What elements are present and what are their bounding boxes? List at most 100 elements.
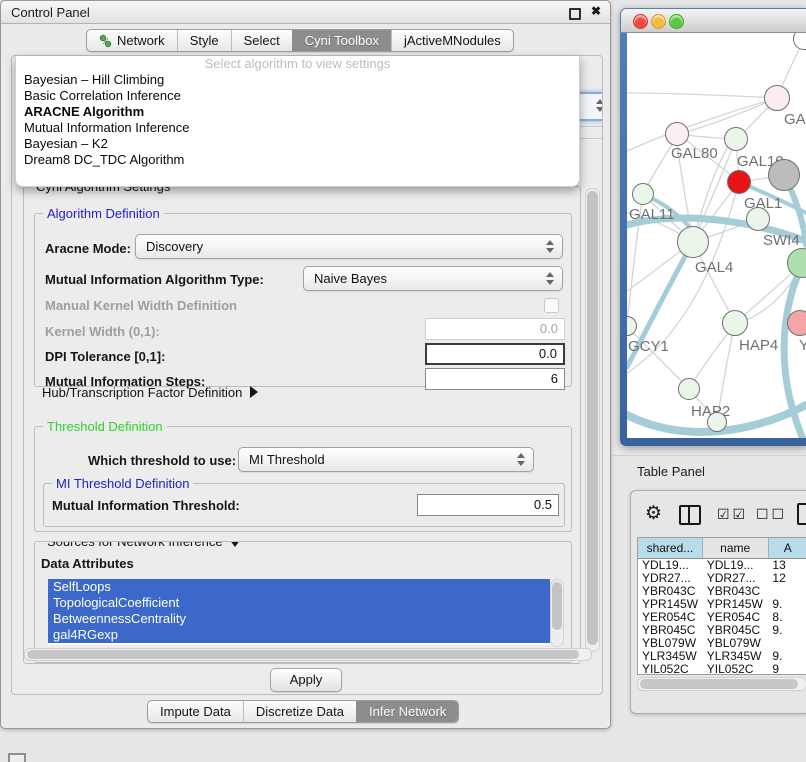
network-node-y[interactable] [787,310,806,336]
table-horizontal-scrollbar[interactable] [637,677,806,691]
zoom-traffic-light-icon[interactable] [669,14,684,29]
attribute-item-gal4rgexp[interactable]: gal4RGexp [48,627,550,643]
mi-threshold-label: Mutual Information Threshold: [52,498,240,513]
group-title: Threshold Definition [43,419,167,434]
which-threshold-value: MI Threshold [249,452,325,467]
algorithm-option-mutual-information-inference[interactable]: Mutual Information Inference [16,120,579,136]
attribute-item-betweennesscentrality[interactable]: BetweennessCentrality [48,611,550,627]
table-row[interactable]: YBR045CYBR045C9. [638,624,806,637]
algorithm-option-basic-correlation-inference[interactable]: Basic Correlation Inference [16,88,579,104]
table-cell: YIL052C [703,663,769,675]
tab-select[interactable]: Select [231,30,292,51]
tab-infer-network[interactable]: Infer Network [356,701,458,722]
gear-icon[interactable]: ⚙ [645,504,662,523]
table-cell: YLR345W [638,650,703,663]
network-node-hap4[interactable] [722,310,748,336]
tab-discretize-data[interactable]: Discretize Data [243,701,356,722]
algorithm-prompt: Select algorithm to view settings [16,56,579,72]
which-threshold-select[interactable]: MI Threshold [238,447,534,472]
screen: Control Panel ✖ NetworkStyle Select Cyni T… [0,0,806,762]
mi-steps-field[interactable]: 6 [425,368,565,390]
network-node-gal1[interactable] [727,170,751,194]
mi-threshold-field[interactable]: 0.5 [417,494,559,516]
kernel-width-field[interactable]: 0.0 [425,318,565,340]
cyni-algorithm-settings-group: Cyni Algorithm Settings Algorithm Defini… [23,186,581,664]
mi-type-label: Mutual Information Algorithm Type: [45,272,264,287]
table-cell: 9. [768,624,806,637]
network-node-gal[interactable] [764,85,790,111]
scrollbar-thumb[interactable] [640,679,798,689]
document-icon[interactable] [797,503,806,525]
table-row[interactable]: YPR145WYPR145W9. [638,598,806,611]
column-header-a[interactable]: A [769,538,806,558]
minimize-traffic-light-icon[interactable] [651,14,666,29]
algorithm-option-dream8-dc-tdc-algorithm[interactable]: Dream8 DC_TDC Algorithm [16,152,579,168]
network-node-hap2[interactable] [678,378,700,400]
scrollbar-thumb[interactable] [552,582,562,630]
tab-style[interactable]: Style [177,30,231,51]
select-all-icon[interactable]: ☑☑ [717,506,748,523]
table-row[interactable]: YER054CYER054C8. [638,611,806,624]
algorithm-dropdown-popup: Select algorithm to view settings Bayesi… [15,56,580,187]
attribute-item-selfloops[interactable]: SelfLoops [48,579,550,595]
attributes-list-scrollbar[interactable] [550,579,564,647]
float-window-icon[interactable] [569,8,581,20]
network-node[interactable] [707,412,727,432]
network-node-gal80[interactable] [665,122,689,146]
table-row[interactable]: YLR345WYLR345W9. [638,650,806,663]
split-columns-icon[interactable] [679,505,701,525]
which-threshold-label: Which threshold to use: [88,453,236,468]
tab-impute-data[interactable]: Impute Data [148,701,243,722]
network-node[interactable] [768,159,800,191]
hub-definition-expander[interactable]: Hub/Transcription Factor Definition [42,385,258,400]
column-header-name[interactable]: name [703,538,769,558]
apply-button[interactable]: Apply [270,668,342,692]
settings-vertical-scrollbar[interactable] [585,188,600,652]
table-row[interactable]: YDR27...YDR27...12 [638,572,806,585]
algorithm-option-bayesian-k2[interactable]: Bayesian – K2 [16,136,579,152]
algorithm-option-aracne-algorithm[interactable]: ARACNE Algorithm [16,104,579,120]
network-node-gal10[interactable] [724,127,748,151]
scrollbar-thumb[interactable] [27,650,579,659]
data-attributes-list[interactable]: SelfLoopsTopologicalCoefficientBetweenne… [48,579,550,645]
table-cell: YBL079W [703,637,769,650]
table-row[interactable]: YDL19...YDL19...13 [638,559,806,572]
tab-network[interactable]: Network [87,30,177,51]
network-node-swi4[interactable] [746,207,770,231]
deselect-all-icon[interactable]: ☐☐ [756,506,787,523]
pane-divider[interactable] [612,455,806,456]
table-cell: 12 [768,572,806,585]
obscured-groupbox-line [578,138,603,139]
tab-jactivemnodules[interactable]: jActiveMNodules [391,30,513,51]
algorithm-option-bayesian-hill-climbing[interactable]: Bayesian – Hill Climbing [16,72,579,88]
table-row[interactable]: YIL052CYIL052C9 [638,663,806,675]
sources-expander[interactable]: Sources for Network Inference [43,541,245,549]
network-node-gal4[interactable] [677,226,709,258]
network-view-window: GALGAL80GAL10GAL1GAL11SWI4GAL4GCY1HAP4YH… [620,8,806,446]
close-traffic-light-icon[interactable] [633,14,648,29]
table-cell: YDL19... [703,559,769,572]
close-icon[interactable]: ✖ [591,4,601,18]
kernel-width-label: Kernel Width (0,1): [45,324,160,339]
tab-cyni-toolbox[interactable]: Cyni Toolbox [292,30,391,51]
column-header-shared[interactable]: shared... [638,538,703,558]
attribute-item-topologicalcoefficient[interactable]: TopologicalCoefficient [48,595,550,611]
minimized-panel-fragment[interactable] [8,753,26,762]
settings-horizontal-scrollbar[interactable] [24,648,592,661]
control-panel-titlebar: Control Panel ✖ [1,1,610,24]
table-row[interactable]: YBR043CYBR043C [638,585,806,598]
dpi-tolerance-field[interactable]: 0.0 [425,343,565,365]
tab-label: Select [244,30,280,51]
obscured-groupbox-line [578,126,603,127]
aracne-mode-select[interactable]: Discovery [135,234,563,259]
network-canvas[interactable]: GALGAL80GAL10GAL1GAL11SWI4GAL4GCY1HAP4YH… [627,33,806,438]
group-title: Algorithm Definition [43,206,164,221]
manual-kernel-checkbox[interactable] [544,298,559,313]
node-table: shared...nameA YDL19...YDL19...13YDR27..… [637,537,806,675]
mi-type-select[interactable]: Naive Bayes [303,266,563,291]
scrollbar-thumb[interactable] [587,191,598,645]
table-row[interactable]: YBL079WYBL079W [638,637,806,650]
expander-expanded-icon [229,541,241,547]
table-cell: YDL19... [638,559,703,572]
network-node-gal11[interactable] [632,183,654,205]
